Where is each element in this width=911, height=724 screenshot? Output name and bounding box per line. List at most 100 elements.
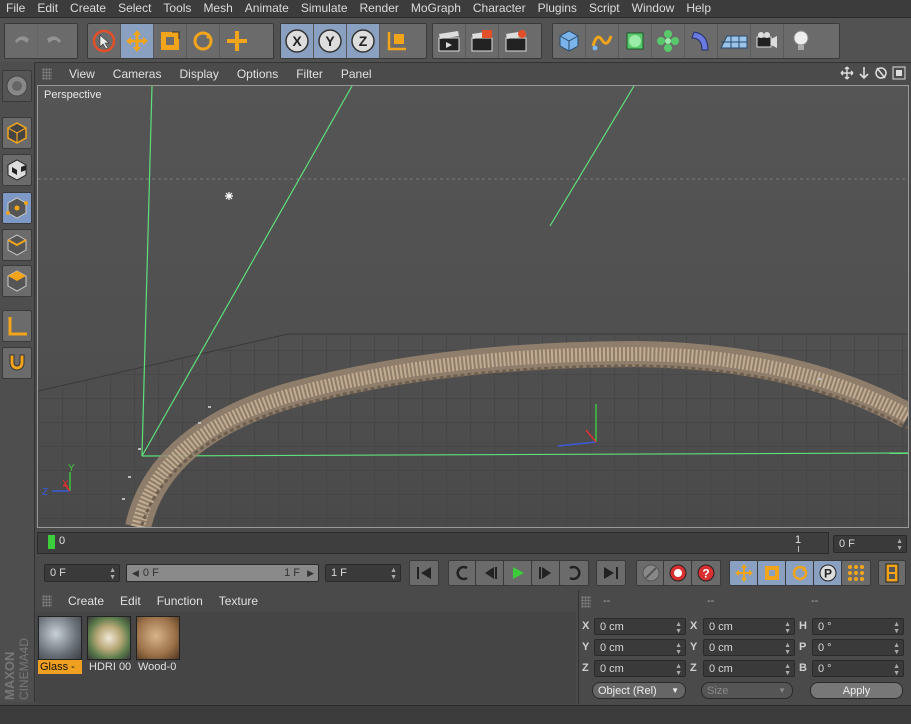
menu-plugins[interactable]: Plugins <box>532 0 583 17</box>
menu-file[interactable]: File <box>0 0 31 17</box>
position-track-button[interactable] <box>729 560 759 586</box>
camera-button[interactable] <box>751 24 784 58</box>
playhead[interactable] <box>48 535 55 549</box>
menu-render[interactable]: Render <box>354 0 405 17</box>
z-axis-button[interactable]: Z <box>347 24 380 58</box>
perspective-viewport[interactable]: Y Z X Perspective <box>37 85 909 528</box>
material-swatch-hdri[interactable]: HDRI 00 <box>87 616 131 674</box>
previous-frame-button[interactable] <box>475 560 505 586</box>
min-time-field[interactable]: 0 F ▲ ▼ <box>44 564 120 582</box>
coordinate-system-button[interactable] <box>380 24 413 58</box>
material-swatch-wood[interactable]: Wood-0 <box>136 616 180 674</box>
size-y-field[interactable]: 0 cm ▲ ▼ <box>703 639 795 656</box>
material-menu-create[interactable]: Create <box>60 594 112 608</box>
next-key-button[interactable] <box>559 560 589 586</box>
menu-mograph[interactable]: MoGraph <box>405 0 467 17</box>
render-view-button[interactable] <box>433 24 466 58</box>
rotation-b-field[interactable]: 0 ° ▲ ▼ <box>812 660 904 677</box>
viewport-menu-cameras[interactable]: Cameras <box>104 67 171 81</box>
coordinate-mode-select[interactable]: Object (Rel) ▼ <box>592 682 686 699</box>
panel-grip[interactable] <box>581 596 591 608</box>
timeline-ruler[interactable]: 0 1 <box>37 532 829 554</box>
preview-range-slider[interactable]: ◀ 0 F 1 F ▶ <box>126 564 319 582</box>
previous-key-button[interactable] <box>448 560 478 586</box>
maximize-view-icon[interactable] <box>892 66 906 80</box>
menu-edit[interactable]: Edit <box>31 0 64 17</box>
deformer-button[interactable] <box>685 24 718 58</box>
polygons-mode-button[interactable] <box>2 265 32 297</box>
x-axis-button[interactable]: X <box>281 24 314 58</box>
points-mode-button[interactable] <box>2 192 32 224</box>
menu-simulate[interactable]: Simulate <box>295 0 354 17</box>
scale-track-button[interactable] <box>757 560 787 586</box>
panel-grip[interactable] <box>42 67 52 80</box>
size-z-field[interactable]: 0 cm ▲ ▼ <box>703 660 795 677</box>
viewport-menu-panel[interactable]: Panel <box>332 67 381 81</box>
timeline-layout-button[interactable] <box>878 560 906 586</box>
axis-mode-button[interactable] <box>2 310 32 342</box>
position-z-field[interactable]: 0 cm ▲ ▼ <box>594 660 686 677</box>
cube-object-button[interactable] <box>553 24 586 58</box>
light-button[interactable] <box>784 24 817 58</box>
render-settings-button[interactable] <box>499 24 532 58</box>
menu-create[interactable]: Create <box>64 0 112 17</box>
floor-button[interactable] <box>718 24 751 58</box>
panel-grip[interactable] <box>42 595 52 607</box>
move-tool-button[interactable] <box>121 24 154 58</box>
viewport-menu-view[interactable]: View <box>60 67 104 81</box>
menu-select[interactable]: Select <box>112 0 157 17</box>
material-swatch-glass[interactable]: Glass - <box>38 616 82 674</box>
menu-window[interactable]: Window <box>626 0 681 17</box>
undo-button[interactable] <box>5 24 38 58</box>
material-menu-function[interactable]: Function <box>149 594 211 608</box>
orbit-icon[interactable] <box>875 67 887 79</box>
viewport-menu-display[interactable]: Display <box>170 67 227 81</box>
menu-tools[interactable]: Tools <box>157 0 197 17</box>
record-active-objects-button[interactable] <box>636 560 666 586</box>
add-tool-button[interactable] <box>220 24 253 58</box>
menu-animate[interactable]: Animate <box>239 0 295 17</box>
menu-mesh[interactable]: Mesh <box>197 0 238 17</box>
menu-help[interactable]: Help <box>680 0 717 17</box>
texture-mode-button[interactable] <box>2 154 32 186</box>
play-button[interactable] <box>503 560 533 586</box>
zoom-icon[interactable] <box>859 67 869 80</box>
position-x-field[interactable]: 0 cm ▲ ▼ <box>594 618 686 635</box>
array-button[interactable] <box>652 24 685 58</box>
live-selection-button[interactable] <box>88 24 121 58</box>
y-axis-button[interactable]: Y <box>314 24 347 58</box>
position-y-field[interactable]: 0 cm ▲ ▼ <box>594 639 686 656</box>
redo-button[interactable] <box>38 24 71 58</box>
rotation-h-field[interactable]: 0 ° ▲ ▼ <box>812 618 904 635</box>
go-to-start-button[interactable] <box>409 560 439 586</box>
model-mode-button[interactable] <box>2 117 32 149</box>
material-menu-edit[interactable]: Edit <box>112 594 149 608</box>
viewport-menu-options[interactable]: Options <box>228 67 287 81</box>
point-level-animation-button[interactable] <box>841 560 871 586</box>
subdivision-surface-button[interactable] <box>619 24 652 58</box>
range-left-arrow-icon[interactable]: ◀ <box>132 568 139 579</box>
pan-icon[interactable] <box>840 66 854 80</box>
material-menu-texture[interactable]: Texture <box>211 594 266 608</box>
scale-tool-button[interactable] <box>154 24 187 58</box>
make-editable-button[interactable] <box>2 70 32 102</box>
go-to-end-button[interactable] <box>596 560 626 586</box>
viewport-menu-filter[interactable]: Filter <box>287 67 332 81</box>
rotation-p-field[interactable]: 0 ° ▲ ▼ <box>812 639 904 656</box>
keyframe-selection-button[interactable]: ? <box>691 560 721 586</box>
parameter-track-button[interactable]: P <box>813 560 843 586</box>
size-x-field[interactable]: 0 cm ▲ ▼ <box>703 618 795 635</box>
rotation-track-button[interactable] <box>785 560 815 586</box>
edges-mode-button[interactable] <box>2 229 32 261</box>
menu-character[interactable]: Character <box>467 0 532 17</box>
current-frame-field[interactable]: 0 F ▲ ▼ <box>833 535 907 553</box>
range-right-arrow-icon[interactable]: ▶ <box>307 568 314 579</box>
max-time-field[interactable]: 1 F ▲ ▼ <box>325 564 401 582</box>
size-mode-select[interactable]: Size ▼ <box>701 682 793 699</box>
rotate-tool-button[interactable] <box>187 24 220 58</box>
snap-button[interactable] <box>2 347 32 379</box>
render-picture-viewer-button[interactable] <box>466 24 499 58</box>
next-frame-button[interactable] <box>531 560 561 586</box>
menu-script[interactable]: Script <box>583 0 626 17</box>
autokey-button[interactable] <box>663 560 693 586</box>
